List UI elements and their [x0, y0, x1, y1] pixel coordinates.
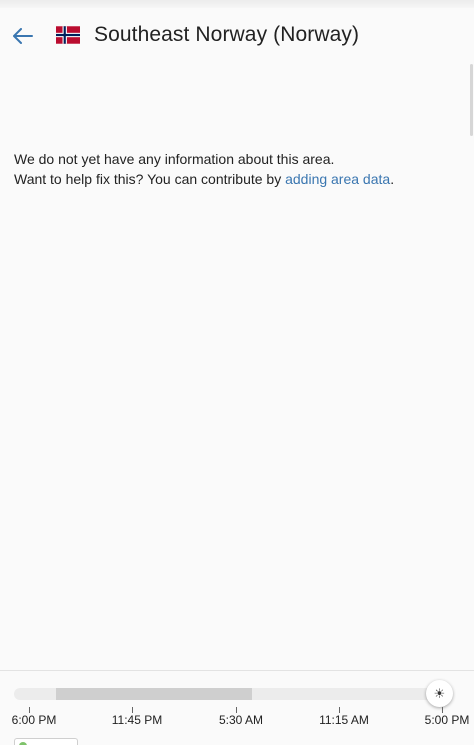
norway-flag-icon: [56, 26, 80, 44]
back-button[interactable]: [8, 22, 38, 50]
sun-icon: ☀: [433, 685, 446, 701]
timeline-tick-label: 11:15 AM: [319, 713, 369, 727]
page-title: Southeast Norway (Norway): [94, 23, 360, 46]
timeline-tick-label: 6:00 PM: [11, 713, 57, 727]
contribute-text: Want to help fix this? You can contribut…: [14, 169, 454, 189]
timeline-tick-label: 11:45 PM: [111, 713, 163, 727]
timeline-tick-label: 5:00 PM: [424, 713, 470, 727]
footer-divider: [0, 670, 474, 671]
timeline-tick-label: 5:30 AM: [218, 713, 264, 727]
time-slider-handle[interactable]: ☀: [426, 680, 453, 707]
area-header: Southeast Norway (Norway): [0, 8, 474, 64]
app-frame: Southeast Norway (Norway) We do not yet …: [0, 0, 474, 745]
contribute-prefix: Want to help fix this? You can contribut…: [14, 171, 286, 187]
adding-area-data-link[interactable]: adding area data: [285, 171, 390, 187]
scrollbar[interactable]: [470, 64, 473, 136]
arrow-left-icon: [13, 28, 33, 44]
time-slider-selected-range: [56, 688, 252, 700]
no-info-text: We do not yet have any information about…: [14, 151, 335, 167]
top-shadow-bar: [0, 0, 474, 8]
contribute-suffix: .: [390, 171, 395, 187]
area-info-message: We do not yet have any information about…: [14, 149, 454, 189]
brand-badge[interactable]: [14, 738, 78, 745]
